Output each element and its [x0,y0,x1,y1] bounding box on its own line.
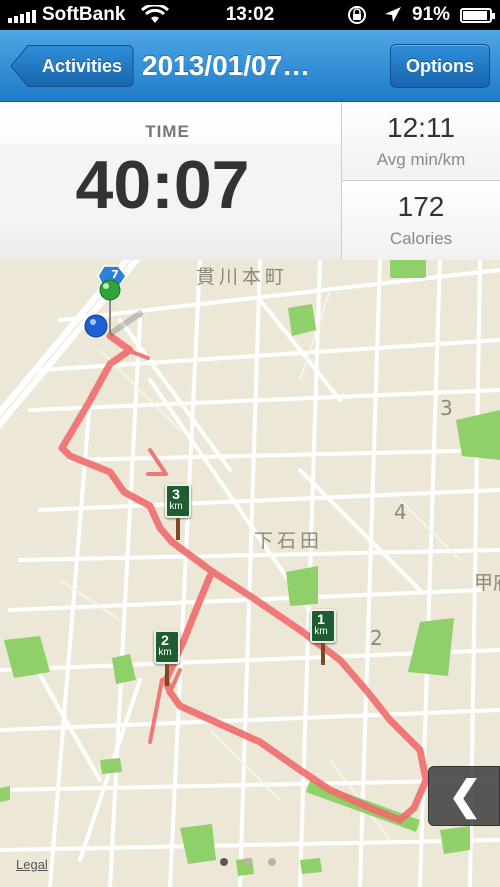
calories-value: 172 [397,191,445,222]
current-location-icon[interactable] [84,314,110,340]
page-indicator[interactable] [218,858,288,868]
page-dot-3 [268,858,276,866]
pace-label: Avg min/km [376,150,466,169]
map-label-block-2: 2 [370,626,383,650]
battery-percent: 91% [412,4,451,25]
time-label: TIME [145,122,190,141]
time-stat: TIME 40:07 [0,102,341,260]
chevron-left-icon: ❮ [448,774,482,818]
navigation-bar: Activities 2013/01/07… Options [0,30,500,102]
map-label-area-center: 下石田 [254,530,324,552]
map-label-block-4: 4 [394,500,407,524]
collapse-panel-button[interactable]: ❮ [428,766,500,826]
status-bar: SoftBank 13:02 91% [0,0,500,30]
pace-stat: 12:11 Avg min/km [342,102,500,181]
calories-label: Calories [389,229,453,248]
calories-stat: 172 Calories [342,181,500,260]
page-dot-1 [220,858,228,866]
page-title: 2013/01/07… [142,50,311,81]
back-button-label: Activities [41,56,123,76]
location-arrow-icon [385,7,401,22]
time-value: 40:07 [75,147,250,223]
rotation-lock-icon [348,6,366,24]
activity-stats-panel: TIME 40:07 12:11 Avg min/km 172 Calories [0,102,500,260]
map-label-area-right: 甲府 [474,572,500,594]
battery-level [463,11,487,20]
route-map[interactable]: 貫川本町 下石田 甲府 3 4 2 7 3 km 1 km 2 km ❮ Leg… [0,260,500,887]
map-label-area-top: 貫川本町 [196,266,289,288]
options-button[interactable]: Options [390,44,490,88]
map-base [0,260,500,887]
page-dot-2 [244,858,252,866]
back-button[interactable]: Activities [10,44,134,88]
pace-value: 12:11 [387,112,455,143]
map-label-block-3: 3 [440,396,453,420]
legal-link[interactable]: Legal [16,857,48,872]
battery-icon [460,8,495,23]
